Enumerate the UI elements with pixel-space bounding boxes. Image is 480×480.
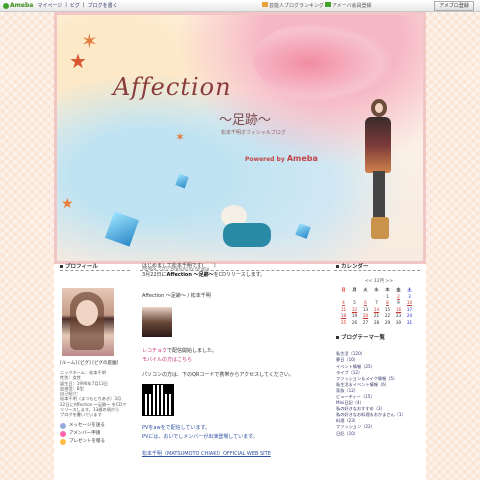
ribbon-decoration (253, 23, 393, 103)
ameba-logo-text: Ameba (10, 2, 34, 9)
release-line: 3月22日にAffection 〜足跡〜をCDリリースします。 (142, 272, 266, 278)
mypage-link[interactable]: マイページ (37, 2, 62, 9)
pv-link[interactable]: PVをawを (142, 425, 166, 431)
calendar-day: 27 (362, 319, 369, 325)
qr-code (142, 384, 174, 416)
pv-description: PVには、おいでしメンバーが出演登場しています。 (142, 434, 258, 440)
starfish-icon: ✶ (81, 29, 98, 53)
calendar-day: 29 (384, 319, 391, 325)
gem-decoration (175, 173, 189, 189)
right-sidebar: カレンダー << 12月 >> 日月火水木金土 1 2 3 4 5 6 7 8 9 10 11 12 1… (336, 262, 422, 437)
cd-jacket-thumbnail[interactable] (142, 307, 172, 337)
send-message-link[interactable]: メッセージを送る (60, 422, 132, 430)
bullet-icon (336, 264, 339, 268)
starfish-icon: ✶ (175, 130, 186, 144)
post-intro: はじめまして松本千明です(＾＾) (142, 263, 216, 269)
calendar-table: 日月火水木金土 1 2 3 4 5 6 7 8 9 10 11 12 13 14 15 16 17 18 19 20 2… (338, 287, 415, 325)
profile-heading: プロフィール (60, 262, 132, 270)
profile-meta-links[interactable]: [ルーム] [ピグ] [ピグの庭園] (60, 360, 132, 366)
recochoku-link[interactable]: レコチョク (142, 348, 167, 354)
starfish-icon: ★ (69, 49, 87, 73)
profile-avatar[interactable] (62, 288, 114, 356)
calendar-day: 25 (340, 319, 347, 325)
cd-title: Affection 〜足跡〜 / 松本千明 (142, 293, 211, 299)
send-gift-link[interactable]: プレゼントを贈る (60, 438, 132, 446)
ameba-logo-icon (3, 2, 9, 9)
powered-by: Powered by Ameba (245, 154, 318, 163)
ameba-top-bar: Ameba マイページ | ピグ | ブログを書く 芸能人ブログランキング アメーバ… (0, 0, 480, 12)
dog-photo (217, 205, 275, 251)
message-icon (60, 422, 66, 429)
amember-request-link[interactable]: アメンバー申請 (60, 430, 132, 438)
register-button[interactable]: アメブロ登録 (434, 1, 474, 11)
calendar-nav[interactable]: << 12月 >> (336, 278, 422, 284)
calendar-day: 31 (406, 319, 413, 325)
official-site-link[interactable]: 松本千明（MATSUMOTO CHIAKI）OFFICIAL WEB SITE (142, 450, 326, 457)
calendar-day: 30 (395, 319, 402, 325)
calendar-heading: カレンダー (336, 262, 422, 270)
theme-link[interactable]: 日記（10） (336, 431, 422, 437)
artist-photo (361, 99, 393, 249)
gem-decoration (104, 211, 140, 247)
gem-decoration (295, 223, 311, 239)
ranking-icon (262, 2, 268, 7)
member-icon (324, 2, 331, 7)
ranking-link[interactable]: 芸能人ブログランキング (269, 2, 324, 9)
left-sidebar: プロフィール [ルーム] [ピグ] [ピグの庭園] ニックネーム：松本千明 性別… (60, 262, 132, 446)
pigg-link[interactable]: ピグ (70, 2, 80, 9)
ameba-logo[interactable]: Ameba (3, 2, 33, 9)
qr-instruction: パソコンの方は、下のQRコードで携帯からアクセスしてください。 (142, 372, 294, 378)
theme-list: 私生活（120） 夢日（10） イベント情報（25） ライブ（12） ファッション＆メイ… (336, 351, 422, 436)
bullet-icon (60, 264, 63, 268)
profile-text: ニックネーム：松本千明 性別：女性 誕生日：1990年7月13日 血液型：B型 … (60, 370, 127, 418)
blog-title: Affection (113, 73, 232, 101)
blog-tagline: 松本千明オフィシャルブログ (221, 130, 286, 136)
member-icon (60, 430, 66, 437)
profile-actions: メッセージを送る アメンバー申請 プレゼントを贈る (60, 422, 132, 446)
calendar-day: 28 (373, 319, 380, 325)
calendar-day: 26 (351, 319, 358, 325)
member-register-link[interactable]: アメーバ会員登録 (332, 2, 372, 9)
mobile-link[interactable]: モバイルの方はこちら (142, 356, 326, 363)
starfish-icon: ★ (61, 196, 74, 212)
blog-subtitle: 〜足跡〜 (219, 113, 272, 128)
theme-list-heading: ブログテーマ一覧 (336, 333, 422, 341)
gift-icon (60, 438, 66, 445)
write-blog-link[interactable]: ブログを書く (88, 2, 118, 9)
main-content: はじめまして松本千明です(＾＾) 3月22日にAffection 〜足跡〜をCD… (142, 262, 326, 457)
bullet-icon (336, 335, 339, 339)
blog-header-banner[interactable]: ✶ ★ ✶ ★ Affection 〜足跡〜 松本千明オフィシャルブログ Pow… (54, 12, 426, 264)
